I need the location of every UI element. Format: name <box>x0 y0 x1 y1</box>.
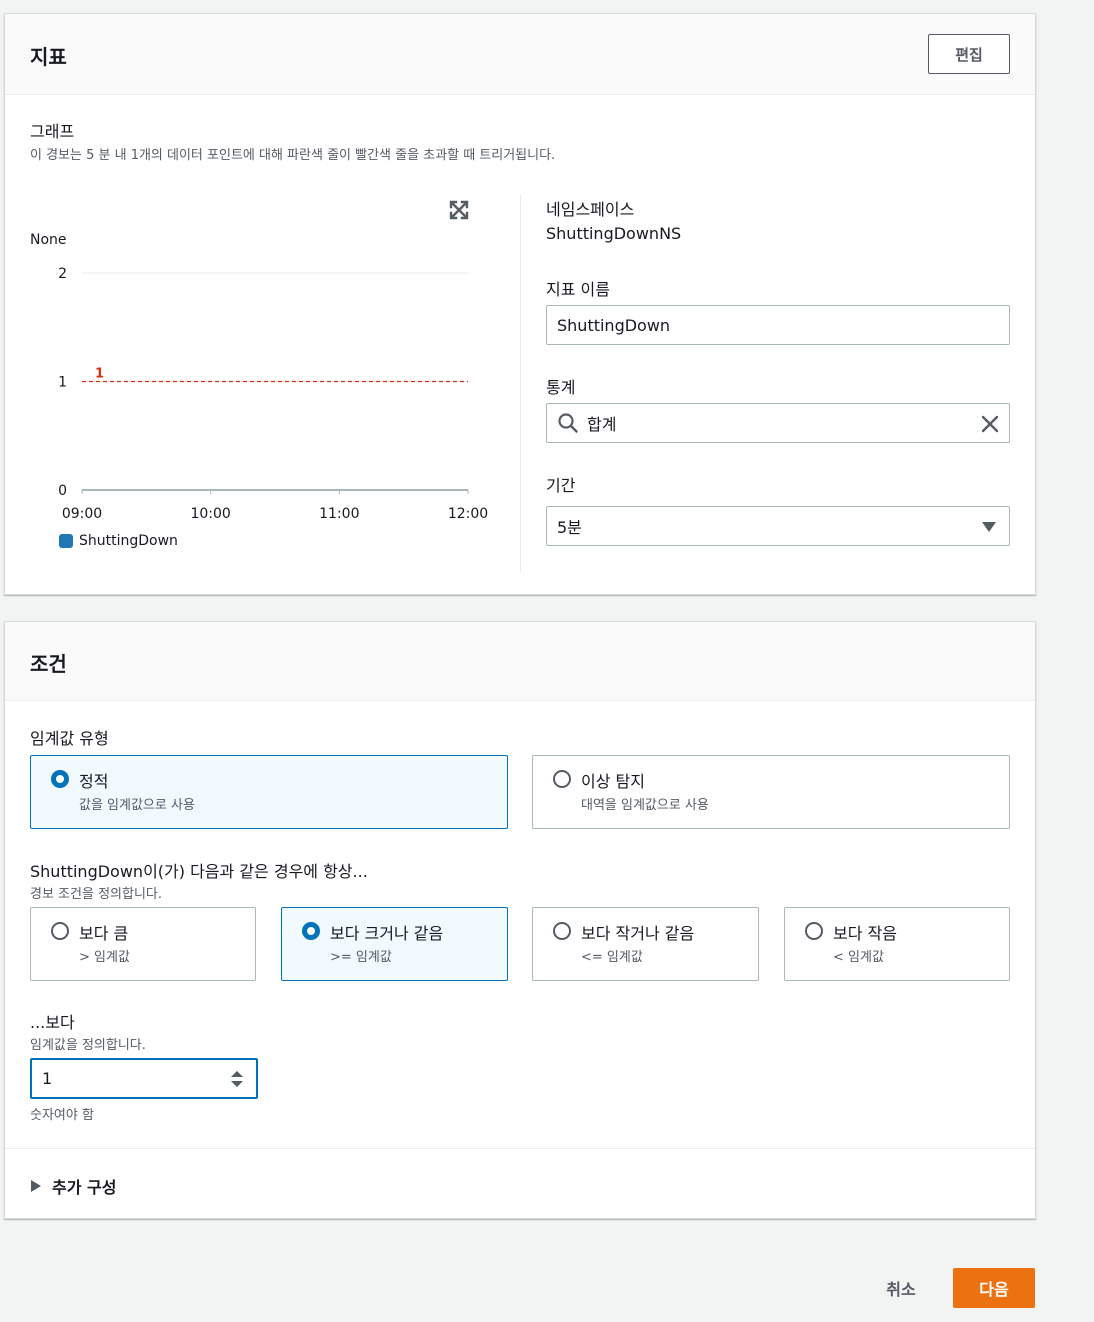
operator-greater-or-equal[interactable]: 보다 크거나 같음 >= 임계값 <box>281 907 508 981</box>
tile-description: >= 임계값 <box>330 950 392 965</box>
conditions-panel-title: 조건 <box>30 652 67 676</box>
metric-name-value: ShuttingDown <box>557 315 671 335</box>
edit-button[interactable]: 편집 <box>928 34 1010 74</box>
metric-name-field[interactable]: ShuttingDown <box>546 305 1010 345</box>
conditions-panel: 조건 임계값 유형 정적 값을 임계값으로 사용 이상 탐지 대역을 임계값으로… <box>4 621 1036 1219</box>
x-tick-label: 12:00 <box>448 506 488 522</box>
tile-description: < 임계값 <box>833 950 884 965</box>
x-tick-label: 11:00 <box>319 506 359 522</box>
panel-divider <box>520 194 521 572</box>
search-icon <box>558 413 578 433</box>
threshold-type-static[interactable]: 정적 값을 임계값으로 사용 <box>30 755 508 829</box>
threshold-type-anomaly[interactable]: 이상 탐지 대역을 임계값으로 사용 <box>532 755 1010 829</box>
tile-description: 값을 임계값으로 사용 <box>79 798 195 813</box>
namespace-value: ShuttingDownNS <box>546 224 682 243</box>
metric-panel-header: 지표 편집 <box>5 14 1035 95</box>
operator-less-or-equal[interactable]: 보다 작거나 같음 <= 임계값 <box>532 907 759 981</box>
spinner-icon[interactable] <box>230 1070 244 1088</box>
statistic-value: 합계 <box>587 415 617 434</box>
tile-label: 보다 크거나 같음 <box>330 924 444 943</box>
section-divider <box>5 1148 1035 1149</box>
legend-swatch <box>59 534 73 548</box>
than-label: ...보다 <box>30 1013 75 1032</box>
expand-icon[interactable] <box>448 199 470 221</box>
graph-description: 이 경보는 5 분 내 1개의 데이터 포인트에 대해 파란색 줄이 빨간색 줄… <box>30 148 556 163</box>
radio-anomaly[interactable] <box>553 770 571 788</box>
conditions-panel-header: 조건 <box>5 622 1035 701</box>
x-tick-label: 10:00 <box>190 506 230 522</box>
tile-label: 정적 <box>79 772 109 791</box>
threshold-value: 1 <box>42 1069 53 1088</box>
whenever-sublabel: 경보 조건을 정의합니다. <box>30 887 162 902</box>
y-tick-label: 1 <box>58 375 67 391</box>
radio-less-or-equal[interactable] <box>553 922 571 940</box>
chart-unit-label: None <box>30 232 67 248</box>
metric-panel: 지표 편집 그래프 이 경보는 5 분 내 1개의 데이터 포인트에 대해 파란… <box>4 13 1036 595</box>
y-tick-label: 0 <box>58 483 67 499</box>
tile-description: 대역을 임계값으로 사용 <box>581 798 709 813</box>
x-tick-label: 09:00 <box>62 506 102 522</box>
close-icon[interactable] <box>979 413 1001 435</box>
legend-label: ShuttingDown <box>79 533 178 549</box>
threshold-input[interactable]: 1 <box>30 1058 258 1099</box>
tile-label: 이상 탐지 <box>581 772 645 791</box>
cancel-button[interactable]: 취소 <box>868 1268 934 1308</box>
statistic-label: 통계 <box>546 378 576 397</box>
tile-label: 보다 작거나 같음 <box>581 924 695 943</box>
tile-description: > 임계값 <box>79 950 130 965</box>
period-label: 기간 <box>546 476 576 495</box>
radio-greater[interactable] <box>51 922 69 940</box>
next-button[interactable]: 다음 <box>953 1268 1035 1308</box>
whenever-label: ShuttingDown이(가) 다음과 같은 경우에 항상... <box>30 862 368 881</box>
caret-right-icon <box>31 1180 41 1192</box>
tile-label: 보다 큼 <box>79 924 129 943</box>
threshold-hint: 숫자여야 함 <box>30 1108 94 1123</box>
radio-static[interactable] <box>51 770 69 788</box>
caret-down-icon <box>982 522 996 532</box>
additional-config-expander[interactable]: 추가 구성 <box>30 1174 116 1198</box>
radio-greater-or-equal[interactable] <box>302 922 320 940</box>
radio-less[interactable] <box>805 922 823 940</box>
period-select[interactable]: 5분 <box>546 506 1010 546</box>
metric-name-label: 지표 이름 <box>546 280 610 299</box>
y-tick-label: 2 <box>58 266 67 282</box>
additional-config-label: 추가 구성 <box>52 1178 117 1197</box>
operator-greater[interactable]: 보다 큼 > 임계값 <box>30 907 256 981</box>
threshold-label: 1 <box>95 367 104 382</box>
period-value: 5분 <box>557 518 582 537</box>
threshold-type-label: 임계값 유형 <box>30 729 109 748</box>
tile-label: 보다 작음 <box>833 924 897 943</box>
graph-title: 그래프 <box>30 122 75 141</box>
than-sublabel: 임계값을 정의합니다. <box>30 1038 146 1053</box>
statistic-search-input[interactable]: 합계 <box>546 403 1010 443</box>
metric-panel-title: 지표 <box>30 45 67 69</box>
namespace-label: 네임스페이스 <box>546 200 635 219</box>
chart-legend: ShuttingDown <box>59 533 178 549</box>
metric-chart: 0 1 2 09:00 10:00 11:00 12:00 1 <box>58 266 488 522</box>
operator-less[interactable]: 보다 작음 < 임계값 <box>784 907 1010 981</box>
tile-description: <= 임계값 <box>581 950 643 965</box>
